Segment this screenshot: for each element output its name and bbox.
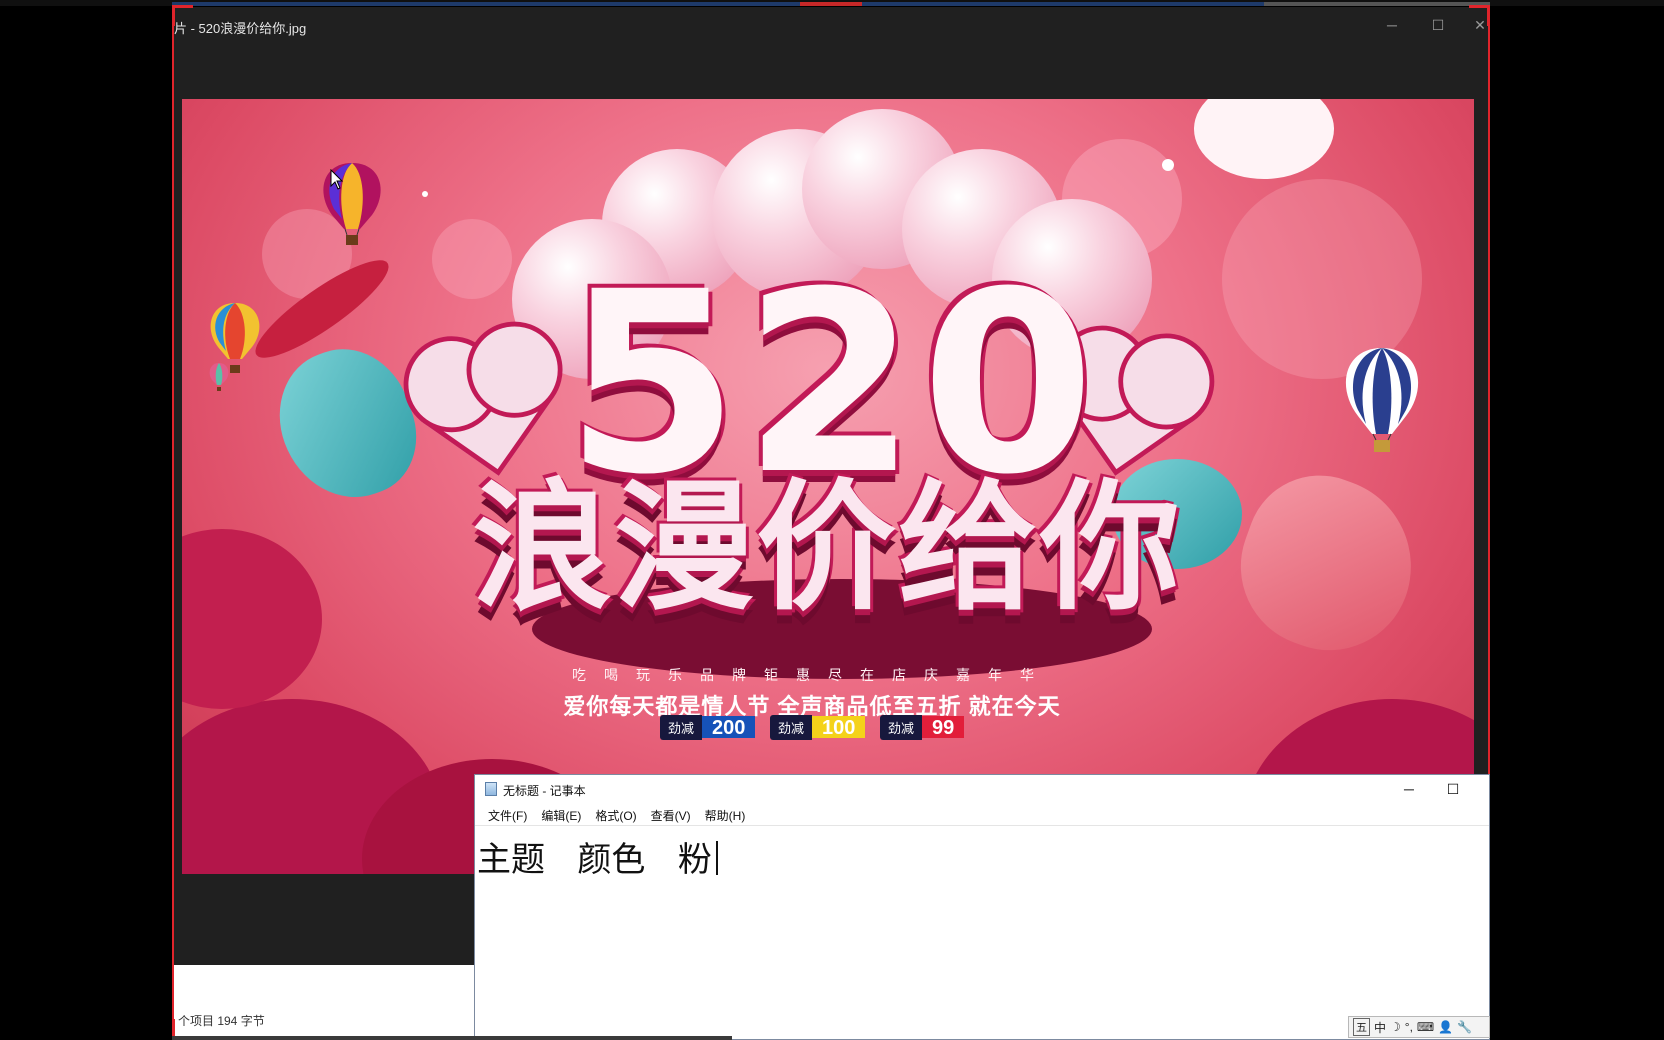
banner-tagline-small: 吃喝玩乐品牌钜惠尽在店庆嘉年华	[572, 667, 1052, 683]
coupon: 劲减 99	[880, 714, 965, 740]
menu-file[interactable]: 文件(F)	[481, 803, 534, 825]
selection-corner	[1469, 5, 1490, 26]
ime-chinese-mode-icon[interactable]: 中	[1374, 1019, 1386, 1036]
menu-view[interactable]: 查看(V)	[644, 803, 698, 825]
ime-user-icon[interactable]: 👤	[1438, 1020, 1453, 1034]
mouse-cursor-icon	[330, 169, 344, 190]
bg-bubble	[432, 219, 512, 299]
hot-air-balloon-icon	[323, 163, 381, 245]
menu-edit[interactable]: 编辑(E)	[534, 803, 588, 825]
ime-punctuation-icon[interactable]: °,	[1405, 1020, 1413, 1034]
ime-wubi-icon[interactable]: 五	[1353, 1018, 1370, 1036]
banner-headline: 浪漫价给你	[471, 467, 1182, 630]
bg-sparkle	[1162, 159, 1174, 171]
banner-image[interactable]: 520 浪漫价给你 吃喝玩乐品牌钜惠尽在店庆嘉年华 爱你每天都是情人节 全声商品…	[182, 99, 1474, 874]
notepad-text-area[interactable]: 主题 颜色 粉	[475, 825, 1489, 1040]
selection-corner	[172, 5, 193, 26]
notepad-maximize-button[interactable]: ☐	[1439, 779, 1467, 799]
coupon-value: 99	[922, 716, 965, 739]
viewer-toolbar	[174, 43, 1488, 98]
bottom-cloud	[182, 529, 322, 709]
notepad-window: 无标题 - 记事本 ─ ☐ 文件(F) 编辑(E) 格式(O) 查看(V) 帮助…	[474, 774, 1490, 1040]
hot-air-balloon-icon	[1345, 348, 1419, 452]
bg-bubble	[1194, 99, 1334, 179]
notepad-text-line[interactable]: 主题 颜色 粉	[477, 832, 718, 881]
coupon: 劲减 200	[660, 714, 756, 740]
viewer-titlebar[interactable]: 片 - 520浪漫价给你.jpg ─ ☐ ✕	[174, 7, 1488, 43]
bg-sparkle	[422, 191, 428, 197]
viewer-maximize-button[interactable]: ☐	[1426, 15, 1450, 35]
coupon: 劲减 100	[770, 714, 866, 740]
notepad-text: 主题 颜色 粉	[477, 840, 712, 880]
ime-toolbar: 五 中 ☽ °, ⌨ 👤 🔧	[1348, 1016, 1490, 1038]
notepad-title: 无标题 - 记事本	[503, 784, 586, 798]
notepad-minimize-button[interactable]: ─	[1395, 779, 1423, 799]
text-caret	[715, 841, 718, 875]
top-strip-highlight	[800, 2, 862, 6]
notepad-icon	[485, 782, 497, 796]
coupon-tag: 劲减	[880, 714, 923, 740]
white-heart-left	[420, 342, 554, 476]
ime-halfwidth-icon[interactable]: ☽	[1390, 1020, 1401, 1034]
coupon-tag: 劲减	[770, 714, 813, 740]
viewer-title: 片 - 520浪漫价给你.jpg	[174, 21, 307, 36]
taskbar-edge	[172, 1036, 732, 1040]
notepad-titlebar[interactable]: 无标题 - 记事本 ─ ☐	[475, 775, 1489, 803]
menu-format[interactable]: 格式(O)	[588, 803, 643, 825]
top-strip-progress	[1264, 2, 1490, 6]
top-strip	[0, 0, 1664, 6]
notepad-menubar: 文件(F) 编辑(E) 格式(O) 查看(V) 帮助(H)	[475, 803, 1489, 825]
viewer-minimize-button[interactable]: ─	[1380, 15, 1404, 35]
hot-air-balloon-icon	[209, 363, 229, 391]
menu-help[interactable]: 帮助(H)	[698, 803, 753, 825]
coupon-value: 100	[812, 716, 866, 739]
coupon-value: 200	[702, 716, 756, 739]
ime-keyboard-icon[interactable]: ⌨	[1417, 1020, 1434, 1034]
ime-settings-icon[interactable]: 🔧	[1457, 1020, 1472, 1034]
coupon-tag: 劲减	[660, 714, 703, 740]
